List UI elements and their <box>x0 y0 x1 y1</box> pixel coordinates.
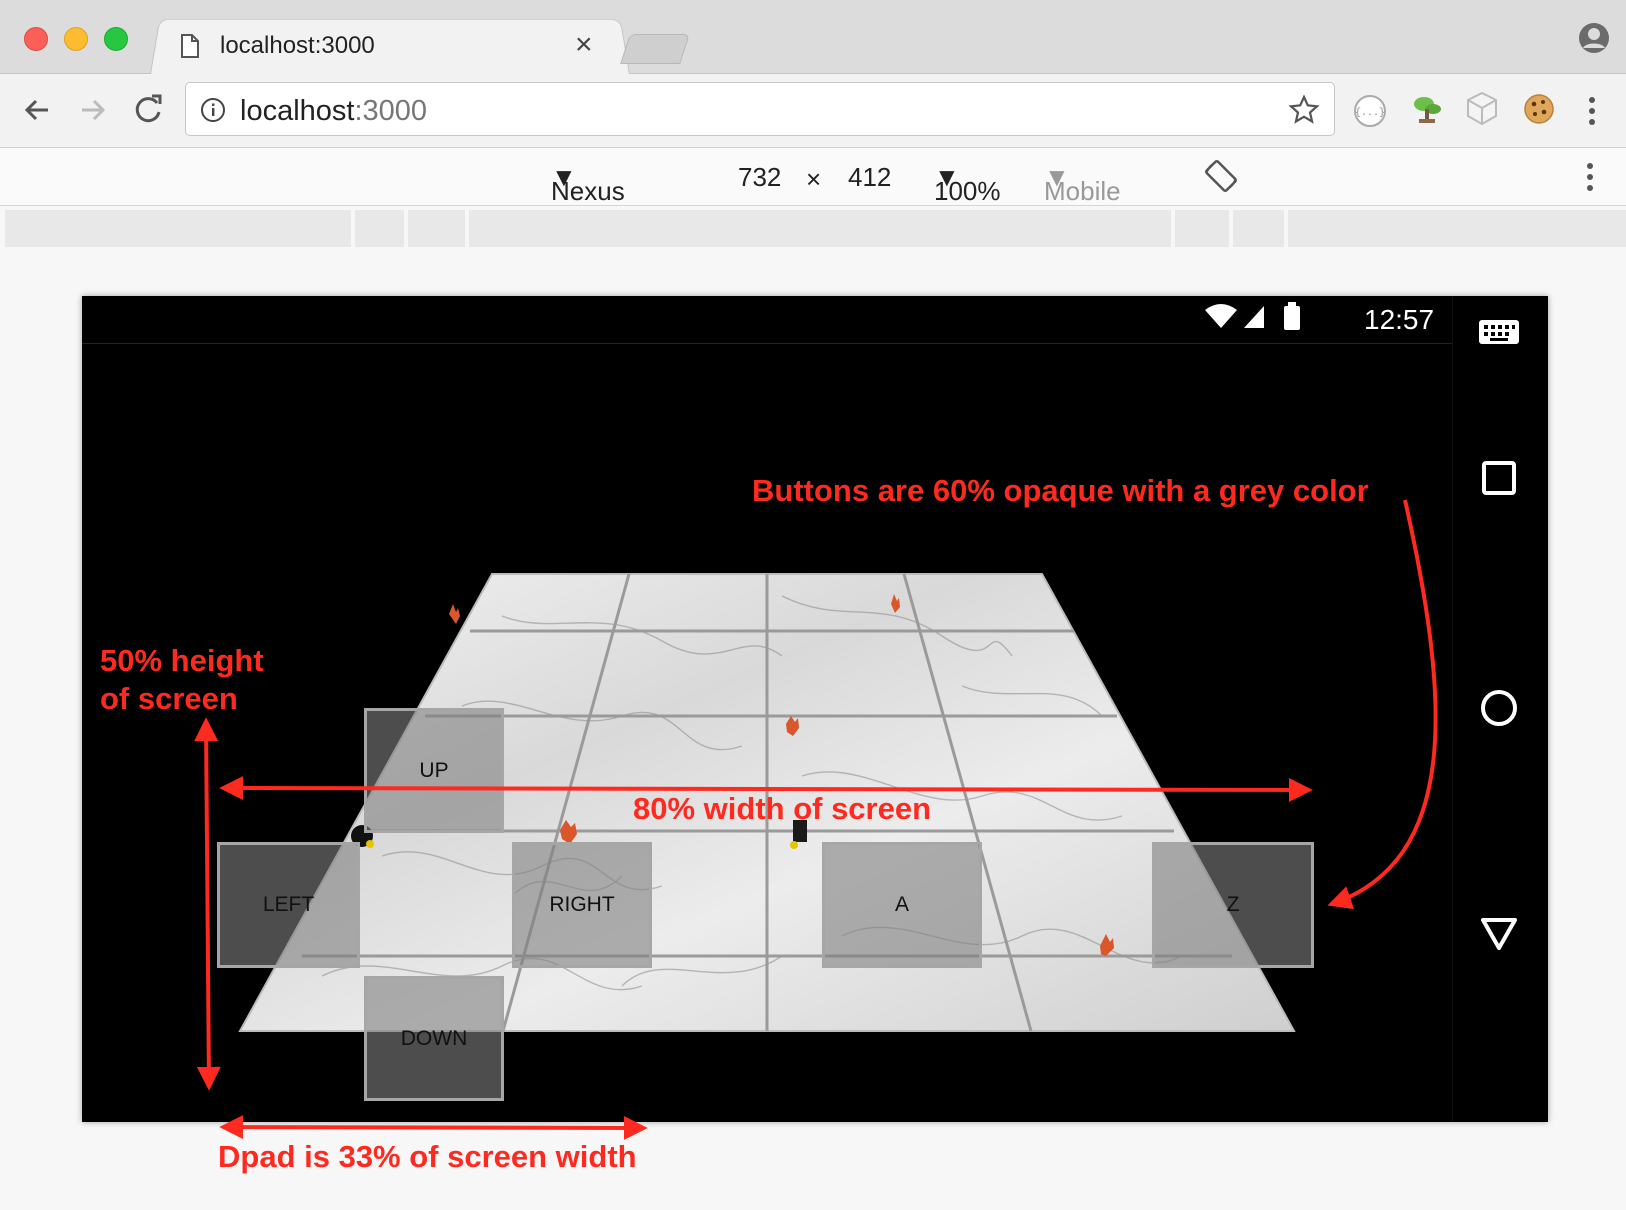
height-note: 50% height of screen <box>100 642 264 718</box>
width-note: 80% width of screen <box>633 791 932 826</box>
buttons-note-arrow <box>1327 499 1438 910</box>
dpad-width-arrow <box>219 1115 648 1140</box>
dpad-note: Dpad is 33% of screen width <box>218 1139 637 1174</box>
buttons-opacity-note: Buttons are 60% opaque with a grey color <box>752 473 1369 508</box>
height-note-line2: of screen <box>100 681 238 716</box>
height-arrow <box>194 717 221 1091</box>
annotation-arrows <box>194 499 1438 1140</box>
height-note-line1: 50% height <box>100 643 264 678</box>
